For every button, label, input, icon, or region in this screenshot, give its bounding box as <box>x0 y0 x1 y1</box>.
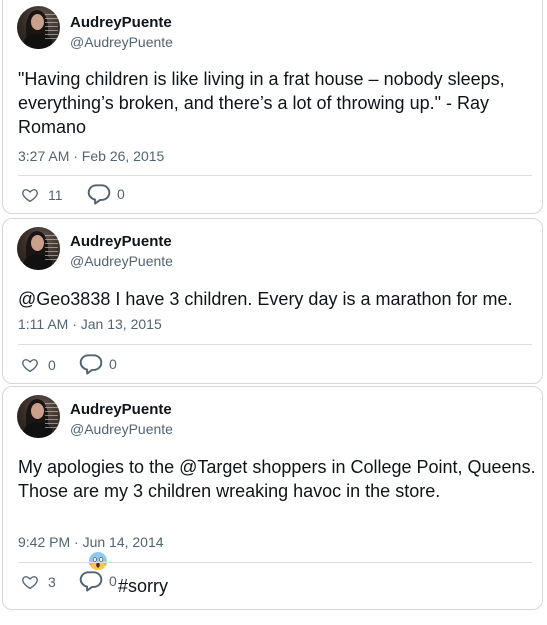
user-handle[interactable]: @AudreyPuente <box>70 33 173 51</box>
avatar[interactable] <box>17 227 60 270</box>
timestamp[interactable]: 1:11 AM · Jan 13, 2015 <box>18 315 162 333</box>
reply-button[interactable]: 0 <box>86 182 125 206</box>
speech-bubble-icon <box>79 354 103 375</box>
tweet-text: My apologies to the @Target shoppers in … <box>18 457 541 501</box>
like-button[interactable]: 3 <box>21 570 56 594</box>
like-button[interactable]: 11 <box>21 183 63 207</box>
heart-outline-icon <box>22 576 38 590</box>
avatar[interactable] <box>17 6 60 49</box>
divider <box>18 344 532 345</box>
like-count: 0 <box>48 357 56 373</box>
tweet-text-hashtag-line: #sorry <box>18 503 538 625</box>
reply-count: 0 <box>109 573 117 589</box>
display-name[interactable]: AudreyPuente <box>70 14 172 32</box>
user-handle[interactable]: @AudreyPuente <box>70 252 173 270</box>
heart-outline-icon <box>22 359 38 373</box>
divider <box>18 562 532 563</box>
display-name[interactable]: AudreyPuente <box>70 233 172 251</box>
like-button[interactable]: 0 <box>21 353 56 377</box>
avatar[interactable] <box>17 395 60 438</box>
timestamp[interactable]: 9:42 PM · Jun 14, 2014 <box>18 533 164 551</box>
reply-count: 0 <box>109 356 117 372</box>
tweet-feed: AudreyPuente @AudreyPuente "Having child… <box>0 0 547 610</box>
tweet-text: "Having children is like living in a fra… <box>18 69 510 137</box>
user-handle[interactable]: @AudreyPuente <box>70 420 173 438</box>
reply-button[interactable]: 0 <box>78 352 117 376</box>
reply-count: 0 <box>117 186 125 202</box>
like-count: 11 <box>48 187 63 203</box>
tweet-text: @Geo3838 I have 3 children. Every day is… <box>18 289 513 309</box>
reply-button[interactable]: 0 <box>78 569 117 593</box>
heart-outline-icon <box>22 189 38 203</box>
display-name[interactable]: AudreyPuente <box>70 401 172 419</box>
tweet-card[interactable]: AudreyPuente @AudreyPuente My apologies … <box>2 386 543 610</box>
speech-bubble-icon <box>87 184 111 205</box>
tweet-card[interactable]: AudreyPuente @AudreyPuente @Geo3838 I ha… <box>2 218 543 384</box>
timestamp[interactable]: 3:27 AM · Feb 26, 2015 <box>18 147 164 165</box>
hashtag-link[interactable]: #sorry <box>118 576 168 596</box>
speech-bubble-icon <box>79 571 103 592</box>
tweet-card[interactable]: AudreyPuente @AudreyPuente "Having child… <box>2 0 543 214</box>
divider <box>18 175 532 176</box>
like-count: 3 <box>48 574 56 590</box>
